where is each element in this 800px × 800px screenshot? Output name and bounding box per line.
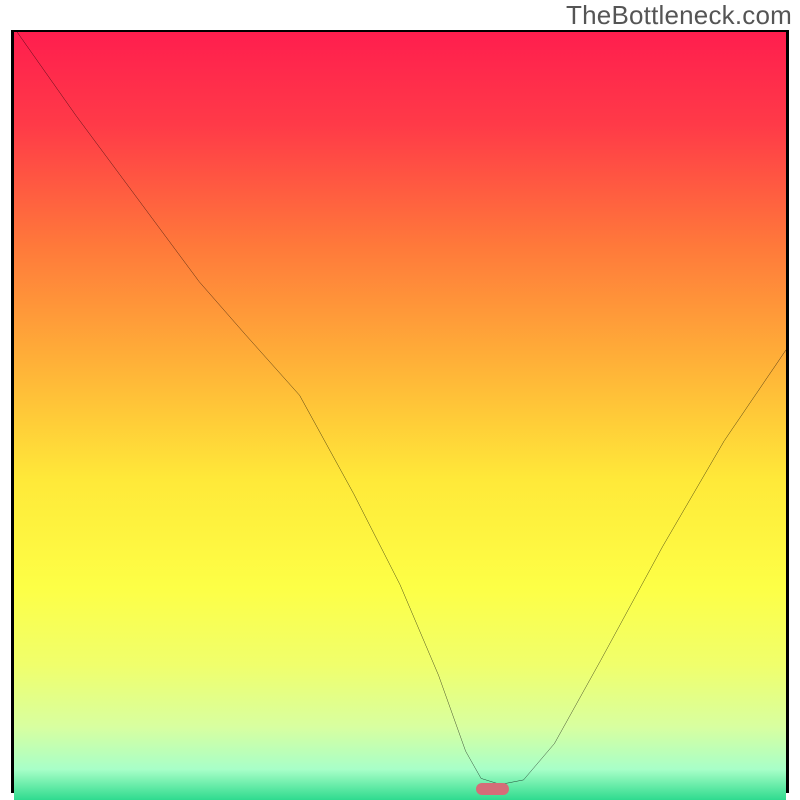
plot-frame [11, 30, 789, 793]
chart-root: TheBottleneck.com [0, 0, 800, 800]
optimal-marker [476, 783, 508, 795]
watermark-label: TheBottleneck.com [566, 0, 792, 31]
bottleneck-curve [14, 32, 786, 789]
